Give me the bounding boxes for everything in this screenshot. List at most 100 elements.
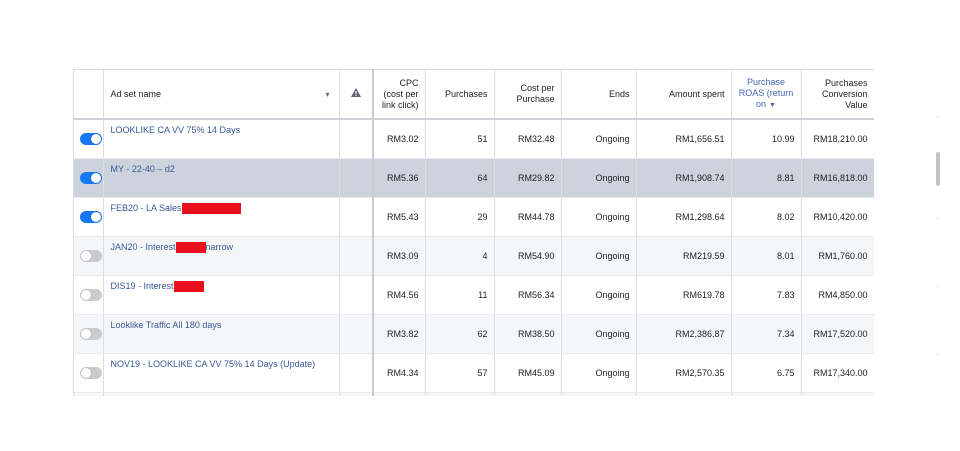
cost-per-purchase-cell: RM55.22 (494, 392, 562, 396)
table-row[interactable]: NOV19 - LOOKLIKE CA VV 75% 14 Days (Upda… (74, 353, 874, 393)
ad-set-name-cell: JAN20 - Interest narrow (103, 236, 340, 276)
table-row[interactable]: MY - 22-40 – d2 RM5.36 64 RM29.82 Ongoing RM1… (74, 158, 874, 198)
column-header-purchases[interactable]: Purchases (425, 69, 495, 120)
cost-per-purchase-cell: RM29.82 (494, 158, 562, 198)
amount-spent-cell: RM2,570.35 (636, 353, 732, 393)
cost-per-purchase-cell: RM32.48 (494, 119, 562, 159)
amount-spent-cell: RM1,298.64 (636, 197, 732, 237)
ad-set-toggle[interactable] (80, 133, 102, 145)
ad-sets-table-container: Ad set name ▾ CPC (cost per link click) … (73, 69, 874, 396)
amount-spent-cell: RM219.59 (636, 236, 732, 276)
column-header-delivery-warning[interactable] (339, 69, 374, 120)
cost-per-purchase-cell: RM38.50 (494, 314, 562, 354)
ad-set-name-link[interactable]: Looklike Traffic All 180 days (111, 320, 222, 330)
cpc-cell: RM4.56 (373, 275, 426, 315)
purchases-cell: 28 (425, 392, 495, 396)
toggle-column-header (74, 69, 104, 120)
ad-set-name-link[interactable]: LOOKLIKE CA VV 75% 14 Days (111, 125, 241, 135)
conversion-value-cell: RM17,340.00 (801, 353, 874, 393)
ad-set-name-cell: NOV19 - LOOKLIKE CA VV 75% 14 Days (Upda… (103, 353, 340, 393)
conversion-value-cell: RM16,818.00 (801, 158, 874, 198)
table-header-row: Ad set name ▾ CPC (cost per link click) … (74, 69, 874, 120)
ad-set-name-link[interactable]: NOV19 - LOOKLIKE CA VV 75% 14 Days (Upda… (111, 359, 316, 369)
ends-cell: Ongoing (561, 392, 637, 396)
toggle-cell (74, 392, 104, 396)
column-header-conversion-value[interactable]: Purchases Conversion Value (801, 69, 874, 120)
table-row[interactable]: DIS19 - Interest RM4.56 11 RM56.34 Ongoing RM… (74, 275, 874, 315)
caret-down-icon[interactable]: ▾ (325, 89, 329, 100)
purchases-cell: 64 (425, 158, 495, 198)
ad-set-name-link[interactable]: MY - 22-40 – d2 (111, 164, 175, 174)
redaction-box (181, 203, 241, 215)
ad-set-toggle[interactable] (80, 289, 102, 301)
purchase-roas-cell: 8.81 (731, 158, 802, 198)
column-header-purchase-roas[interactable]: Purchase ROAS (return on ▼ (731, 69, 802, 120)
cpc-cell: RM5.43 (373, 197, 426, 237)
scrollbar-thumb[interactable] (936, 152, 940, 186)
delivery-warning-cell (339, 353, 374, 393)
delivery-warning-cell (339, 275, 374, 315)
toggle-cell (74, 236, 104, 276)
delivery-warning-cell (339, 158, 374, 198)
delivery-warning-cell (339, 314, 374, 354)
delivery-warning-cell (339, 197, 374, 237)
ad-set-name-link[interactable]: JAN20 - Interest (111, 242, 176, 252)
amount-spent-cell: RM1,908.74 (636, 158, 732, 198)
amount-spent-cell: RM2,386.87 (636, 314, 732, 354)
toggle-cell (74, 353, 104, 393)
column-header-cost-per-purchase[interactable]: Cost per Purchase (494, 69, 562, 120)
purchases-cell: 11 (425, 275, 495, 315)
conversion-value-cell: RM9,180.00 (801, 392, 874, 396)
table-row[interactable]: FEB20 - LA Sales RM5.43 29 RM44.78 Ongoing RM… (74, 197, 874, 237)
purchase-roas-cell: 8.01 (731, 236, 802, 276)
conversion-value-cell: RM18,210.00 (801, 119, 874, 159)
delivery-warning-cell (339, 119, 374, 159)
cpc-cell: RM3.82 (373, 314, 426, 354)
purchase-roas-cell: 7.34 (731, 314, 802, 354)
table-row[interactable]: LOOKLIKE CA VV 75% 14 Days RM3.02 51 RM32.4… (74, 119, 874, 159)
column-header-ad-set-name[interactable]: Ad set name ▾ (103, 69, 340, 120)
sort-descending-icon: ▼ (769, 102, 776, 109)
purchases-cell: 29 (425, 197, 495, 237)
ad-set-name-link[interactable]: FEB20 - LA Sales (111, 203, 182, 213)
table-row[interactable]: DIS19 - LA 2% CA VV 75% RM4.4028RM55.22On… (74, 392, 874, 396)
cpc-cell: RM5.36 (373, 158, 426, 198)
ad-set-toggle[interactable] (80, 172, 102, 184)
amount-spent-cell: RM619.78 (636, 275, 732, 315)
toggle-cell (74, 119, 104, 159)
ends-cell: Ongoing (561, 197, 637, 237)
table-row[interactable]: JAN20 - Interest narrow RM3.09 4 RM54.90 Ongo… (74, 236, 874, 276)
column-header-amount-spent[interactable]: Amount spent (636, 69, 732, 120)
purchases-cell: 57 (425, 353, 495, 393)
ends-cell: Ongoing (561, 119, 637, 159)
column-header-cpc[interactable]: CPC (cost per link click) (373, 69, 426, 120)
redaction-box (175, 242, 206, 254)
delivery-warning-cell (339, 236, 374, 276)
ad-set-name-link[interactable]: DIS19 - Interest (111, 281, 174, 291)
purchase-roas-cell: 6.75 (731, 353, 802, 393)
redaction-box (173, 281, 204, 293)
column-header-ends[interactable]: Ends (561, 69, 637, 120)
toggle-cell (74, 158, 104, 198)
table-row[interactable]: Looklike Traffic All 180 days RM3.82 62 RM3… (74, 314, 874, 354)
ad-set-name-cell: DIS19 - LA 2% CA VV 75% (103, 392, 340, 396)
ad-set-toggle[interactable] (80, 328, 102, 340)
ad-set-toggle[interactable] (80, 250, 102, 262)
conversion-value-cell: RM1,760.00 (801, 236, 874, 276)
cost-per-purchase-cell: RM45.09 (494, 353, 562, 393)
scrollbar-track[interactable] (936, 69, 940, 396)
divider (936, 218, 940, 219)
ends-cell: Ongoing (561, 158, 637, 198)
ad-set-name-suffix[interactable]: narrow (206, 242, 234, 252)
divider (936, 116, 940, 117)
conversion-value-cell: RM10,420.00 (801, 197, 874, 237)
ad-set-toggle[interactable] (80, 211, 102, 223)
cpc-cell: RM4.34 (373, 353, 426, 393)
ends-cell: Ongoing (561, 353, 637, 393)
purchases-cell: 51 (425, 119, 495, 159)
ad-set-toggle[interactable] (80, 367, 102, 379)
purchase-roas-cell: 5.94 (731, 392, 802, 396)
ad-set-name-cell: LOOKLIKE CA VV 75% 14 Days (103, 119, 340, 159)
cpc-cell: RM3.02 (373, 119, 426, 159)
conversion-value-cell: RM17,520.00 (801, 314, 874, 354)
